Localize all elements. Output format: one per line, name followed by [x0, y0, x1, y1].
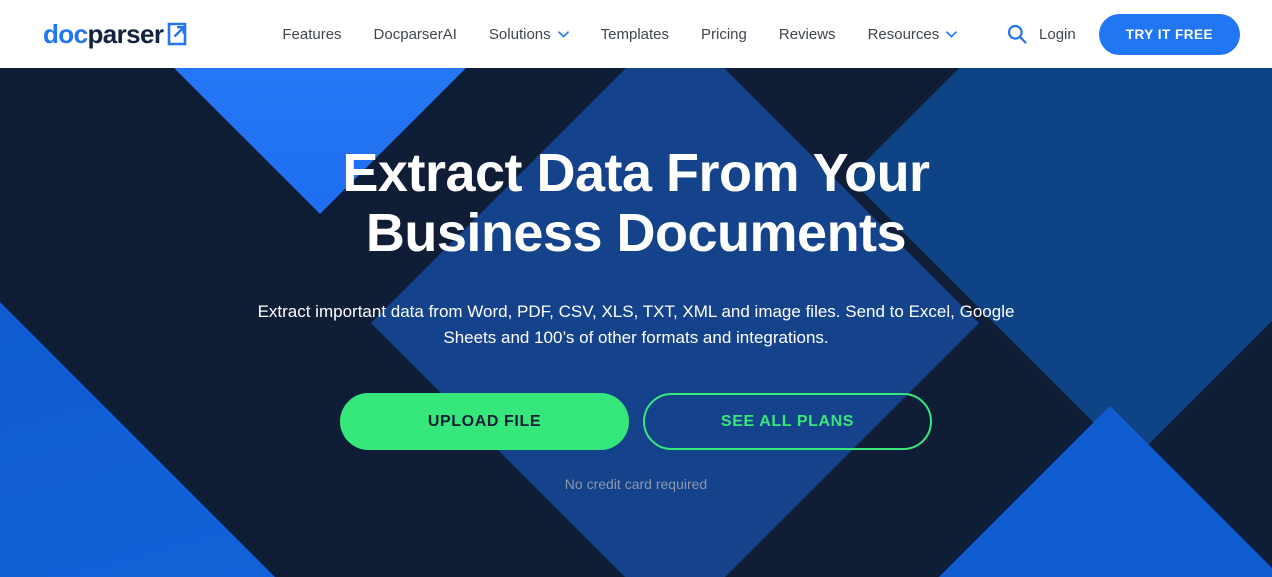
nav-item-pricing[interactable]: Pricing	[685, 26, 763, 43]
chevron-down-icon	[557, 30, 569, 38]
chevron-down-icon	[946, 30, 958, 38]
hero-title-line-1: Extract Data From Your	[342, 143, 930, 203]
page-title: Extract Data From Your Business Document…	[276, 143, 996, 263]
site-header: docparser Features DocparserAI Solutions	[0, 0, 1272, 68]
nav-label: Resources	[867, 25, 940, 43]
see-all-plans-button[interactable]: SEE ALL PLANS	[643, 393, 932, 450]
no-credit-card-note: No credit card required	[564, 476, 708, 492]
nav-label: Features	[282, 25, 342, 43]
upload-file-button[interactable]: UPLOAD FILE	[340, 393, 629, 450]
nav-label: Pricing	[701, 25, 747, 43]
header-actions: Login TRY IT FREE	[1039, 13, 1240, 55]
brand-logo[interactable]: docparser	[43, 21, 188, 47]
logo-text-secondary: parser	[87, 19, 164, 49]
main-navigation: Features DocparserAI Solutions Templates…	[266, 21, 1030, 47]
logo-text: docparser	[43, 19, 164, 49]
nav-label: Reviews	[778, 25, 836, 43]
hero-subtitle-line-1: Extract important data from Word, PDF, C…	[257, 302, 955, 321]
nav-label: Solutions	[488, 25, 551, 43]
nav-label: Templates	[600, 25, 670, 43]
nav-item-reviews[interactable]: Reviews	[763, 26, 852, 43]
nav-item-solutions[interactable]: Solutions	[473, 26, 585, 43]
hero-content: Extract Data From Your Business Document…	[0, 68, 1272, 492]
login-link[interactable]: Login	[1039, 26, 1076, 43]
hero-section: Extract Data From Your Business Document…	[0, 68, 1272, 577]
document-export-icon	[166, 22, 188, 46]
page-root: docparser Features DocparserAI Solutions	[0, 0, 1272, 577]
nav-item-resources[interactable]: Resources	[852, 26, 974, 43]
nav-item-templates[interactable]: Templates	[585, 26, 685, 43]
hero-title-line-2: Business Documents	[365, 203, 907, 263]
search-icon[interactable]	[1004, 21, 1030, 47]
hero-subtitle: Extract important data from Word, PDF, C…	[256, 299, 1016, 351]
hero-cta-row: UPLOAD FILE SEE ALL PLANS	[0, 393, 1272, 450]
try-it-free-button[interactable]: TRY IT FREE	[1098, 13, 1240, 55]
nav-item-features[interactable]: Features	[266, 26, 357, 43]
nav-item-docparserai[interactable]: DocparserAI	[358, 26, 473, 43]
nav-label: DocparserAI	[373, 25, 457, 43]
logo-text-primary: doc	[43, 19, 88, 49]
